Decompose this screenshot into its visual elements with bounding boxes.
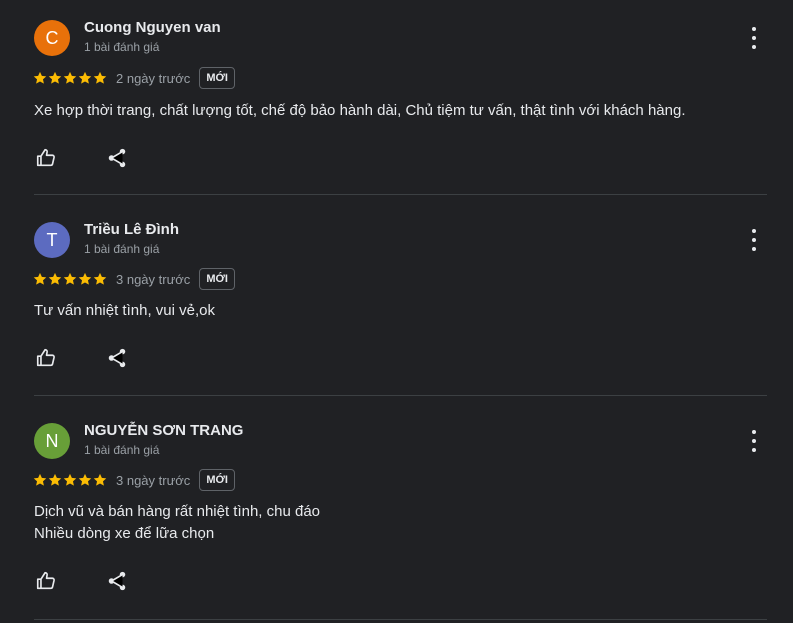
star-icon [63, 473, 77, 486]
review-actions [0, 346, 793, 370]
star-icon [93, 71, 107, 84]
review-text: Xe hợp thời trang, chất lượng tốt, chế đ… [34, 102, 686, 119]
avatar[interactable]: T [34, 222, 70, 258]
star-icon [78, 473, 92, 486]
divider [34, 194, 767, 195]
star-icon [48, 71, 62, 84]
share-button[interactable] [105, 346, 129, 370]
avatar[interactable]: N [34, 423, 70, 459]
like-button[interactable] [34, 146, 58, 170]
avatar[interactable]: C [34, 20, 70, 56]
share-button[interactable] [105, 569, 129, 593]
star-rating [33, 272, 107, 286]
star-icon [63, 272, 77, 285]
new-badge: MỚI [199, 268, 235, 290]
star-rating [33, 71, 107, 85]
star-icon [33, 272, 47, 285]
review-text: Tư vấn nhiệt tình, vui vẻ,ok [34, 302, 215, 319]
star-rating [33, 473, 107, 487]
divider [34, 619, 767, 620]
like-button[interactable] [34, 346, 58, 370]
reviewer-name[interactable]: Cuong Nguyen van [84, 19, 221, 36]
share-button[interactable] [105, 146, 129, 170]
share-icon [108, 571, 126, 591]
more-vert-icon [752, 430, 756, 434]
share-icon [108, 348, 126, 368]
star-icon [33, 71, 47, 84]
review-time: 3 ngày trước [116, 472, 191, 488]
rating-row: 3 ngày trước MỚI [33, 468, 235, 492]
share-icon [108, 148, 126, 168]
star-icon [93, 473, 107, 486]
divider [34, 395, 767, 396]
reviewer-name[interactable]: Triều Lê Đình [84, 221, 179, 238]
thumb-up-icon [36, 348, 55, 367]
star-icon [48, 473, 62, 486]
more-vert-icon [752, 229, 756, 233]
new-badge: MỚI [199, 469, 235, 491]
reviewer-review-count: 1 bài đánh giá [84, 40, 160, 54]
more-options-button[interactable] [744, 229, 764, 251]
rating-row: 2 ngày trước MỚI [33, 66, 235, 90]
more-options-button[interactable] [744, 27, 764, 49]
review-time: 3 ngày trước [116, 271, 191, 287]
star-icon [33, 473, 47, 486]
reviewer-review-count: 1 bài đánh giá [84, 242, 160, 256]
thumb-up-icon [36, 571, 55, 590]
review-actions [0, 146, 793, 170]
more-options-button[interactable] [744, 430, 764, 452]
review-text: Dịch vũ và bán hàng rất nhiệt tình, chu … [34, 503, 321, 542]
reviewer-review-count: 1 bài đánh giá [84, 443, 160, 457]
star-icon [78, 272, 92, 285]
new-badge: MỚI [199, 67, 235, 89]
reviewer-name[interactable]: NGUYỄN SƠN TRANG [84, 422, 243, 439]
star-icon [78, 71, 92, 84]
thumb-up-icon [36, 148, 55, 167]
star-icon [63, 71, 77, 84]
more-vert-icon [752, 27, 756, 31]
review-time: 2 ngày trước [116, 70, 191, 86]
star-icon [48, 272, 62, 285]
star-icon [93, 272, 107, 285]
review-actions [0, 569, 793, 593]
like-button[interactable] [34, 569, 58, 593]
rating-row: 3 ngày trước MỚI [33, 267, 235, 291]
